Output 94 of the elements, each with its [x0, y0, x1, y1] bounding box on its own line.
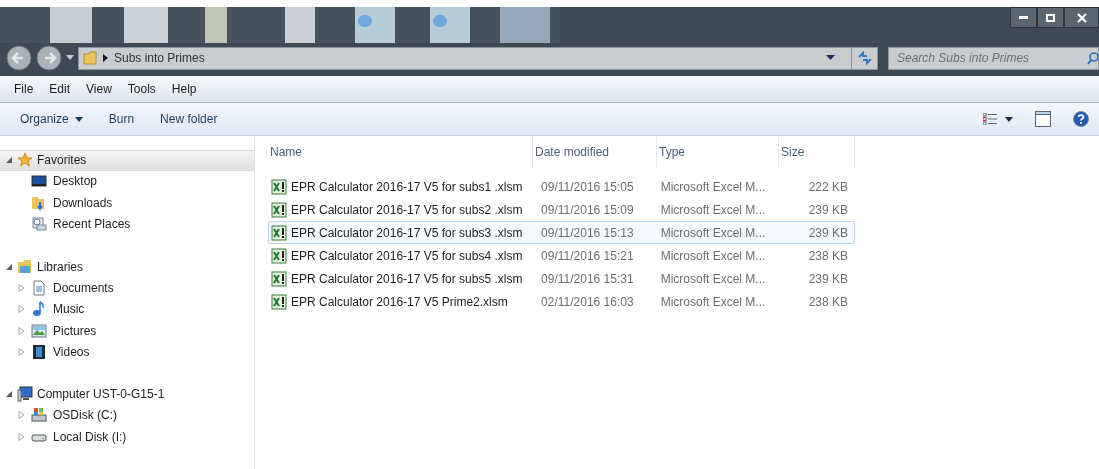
date-cell-text: 02/11/2016 16:03	[540, 293, 635, 311]
help-icon[interactable]	[1073, 111, 1089, 127]
dropdown-caret-icon[interactable]	[826, 55, 835, 61]
caret-icon	[74, 116, 83, 122]
maximize-button[interactable]	[1037, 7, 1064, 28]
file-name: EPR Calculator 2016-17 V5 for subs1 .xlsm	[291, 178, 523, 196]
menu-item[interactable]: Help	[171, 80, 197, 98]
breadcrumb[interactable]: Subs into Primes	[114, 49, 205, 67]
history-caret-icon[interactable]	[66, 55, 74, 61]
sidebar-item[interactable]: Documents	[0, 276, 254, 299]
size-cell-text: 238 KB	[807, 247, 849, 265]
excel-file-icon	[271, 178, 287, 195]
file-name: EPR Calculator 2016-17 V5 for subs4 .xlsm	[291, 247, 523, 265]
expanded-arrow-icon[interactable]	[6, 390, 13, 399]
sidebar-item[interactable]: Pictures	[0, 319, 254, 342]
breadcrumb-arrow-icon[interactable]	[103, 54, 108, 62]
size-cell-text: 239 KB	[807, 224, 849, 242]
size-cell-text: 239 KB	[807, 270, 849, 288]
toolbar-button[interactable]: Burn	[108, 110, 135, 128]
date-cell-text: 09/11/2016 15:31	[540, 270, 635, 288]
computer-icon	[17, 386, 33, 403]
view-caret-icon[interactable]	[1005, 116, 1013, 122]
column-header[interactable]: Date modified	[533, 136, 657, 168]
type-cell-text: Microsoft Excel M...	[659, 270, 767, 288]
search-icon[interactable]	[1087, 51, 1099, 65]
close-icon	[1076, 12, 1087, 23]
excel-file-icon	[271, 247, 287, 264]
close-button[interactable]	[1064, 7, 1099, 28]
column-header[interactable]: Name	[268, 136, 533, 168]
expanded-arrow-icon[interactable]	[6, 156, 13, 165]
search-field[interactable]: Search Subs into Primes	[888, 46, 1099, 70]
date-cell-text: 09/11/2016 15:09	[540, 201, 635, 219]
sidebar-group[interactable]: Favorites	[0, 150, 254, 171]
sidebar-item[interactable]: Downloads	[0, 192, 254, 214]
size-cell-text: 239 KB	[807, 201, 849, 219]
recent-places-icon	[31, 216, 47, 233]
forward-button[interactable]	[36, 45, 62, 71]
sidebar-item[interactable]: OSDisk (C:)	[0, 404, 254, 427]
date-cell-text: 09/11/2016 15:13	[540, 224, 635, 242]
type-cell-text: Microsoft Excel M...	[659, 247, 767, 265]
file-row[interactable]: EPR Calculator 2016-17 V5 for subs2 .xlsm 09/11/2016 15:09 Microsoft Excel M... 239 KB	[268, 198, 855, 221]
menu-item[interactable]: File	[14, 80, 34, 98]
sidebar-item[interactable]: Desktop	[0, 170, 254, 193]
menu-item[interactable]: Tools	[127, 80, 156, 98]
date-cell-text: 09/11/2016 15:05	[540, 178, 635, 196]
excel-file-icon	[271, 293, 287, 310]
minimize-button[interactable]	[1010, 7, 1037, 28]
picture-icon	[31, 322, 47, 339]
document-icon	[31, 279, 47, 296]
library-folder-icon	[17, 258, 33, 275]
folder-icon	[83, 51, 97, 65]
menu-item[interactable]: Edit	[49, 80, 71, 98]
type-cell-text: Microsoft Excel M...	[659, 224, 767, 242]
file-row[interactable]: EPR Calculator 2016-17 V5 for subs1 .xlsm 09/11/2016 15:05 Microsoft Excel M... 222 KB	[268, 175, 855, 198]
toolbar-button[interactable]: New folder	[160, 110, 218, 128]
type-cell-text: Microsoft Excel M...	[659, 201, 767, 219]
sidebar-item[interactable]: Music	[0, 298, 254, 320]
monitor-icon	[31, 173, 47, 190]
sidebar-group[interactable]: Computer UST-0-G15-1	[0, 384, 254, 405]
file-row[interactable]: EPR Calculator 2016-17 V5 for subs4 .xlsm 09/11/2016 15:21 Microsoft Excel M... 238 KB	[268, 244, 855, 267]
excel-file-icon	[271, 270, 287, 287]
sidebar-item[interactable]: Videos	[0, 341, 254, 363]
address-bar[interactable]: Subs into Primes	[78, 46, 878, 70]
film-icon	[31, 343, 47, 360]
excel-file-icon	[271, 201, 287, 218]
column-header[interactable]: Size	[779, 136, 855, 168]
view-list-icon[interactable]	[983, 113, 997, 125]
file-name: EPR Calculator 2016-17 V5 for subs3 .xlsm	[291, 224, 523, 242]
file-name: EPR Calculator 2016-17 V5 Prime2.xlsm	[291, 293, 508, 311]
sidebar-group[interactable]: Libraries	[0, 256, 254, 277]
file-row[interactable]: EPR Calculator 2016-17 V5 for subs5 .xlsm 09/11/2016 15:31 Microsoft Excel M... 239 KB	[268, 267, 855, 290]
menu-item[interactable]: View	[86, 80, 112, 98]
size-cell-text: 222 KB	[807, 178, 849, 196]
file-row[interactable]: EPR Calculator 2016-17 V5 Prime2.xlsm 02/11/2016 16:03 Microsoft Excel M... 238 KB	[268, 290, 855, 313]
music-note-icon	[31, 301, 47, 318]
sidebar-item[interactable]: Local Disk (I:)	[0, 426, 254, 448]
back-button[interactable]	[6, 45, 32, 71]
file-name: EPR Calculator 2016-17 V5 for subs2 .xlsm	[291, 201, 523, 219]
column-header[interactable]: Type	[657, 136, 779, 168]
expanded-arrow-icon[interactable]	[6, 262, 13, 271]
sidebar-item[interactable]: Recent Places	[0, 213, 254, 235]
download-folder-icon	[31, 194, 47, 211]
type-cell-text: Microsoft Excel M...	[659, 178, 767, 196]
disk-drive-icon	[31, 407, 47, 424]
file-row[interactable]: EPR Calculator 2016-17 V5 for subs3 .xlsm 09/11/2016 15:13 Microsoft Excel M... 239 KB	[268, 221, 855, 244]
star-icon	[17, 152, 33, 169]
file-name: EPR Calculator 2016-17 V5 for subs5 .xlsm	[291, 270, 523, 288]
excel-file-icon	[271, 224, 287, 241]
preview-pane-icon[interactable]	[1035, 111, 1051, 127]
toolbar-button[interactable]: Organize	[20, 110, 83, 128]
date-cell-text: 09/11/2016 15:21	[540, 247, 635, 265]
refresh-arrows-icon	[856, 51, 873, 65]
size-cell-text: 238 KB	[807, 293, 849, 311]
type-cell-text: Microsoft Excel M...	[659, 293, 767, 311]
